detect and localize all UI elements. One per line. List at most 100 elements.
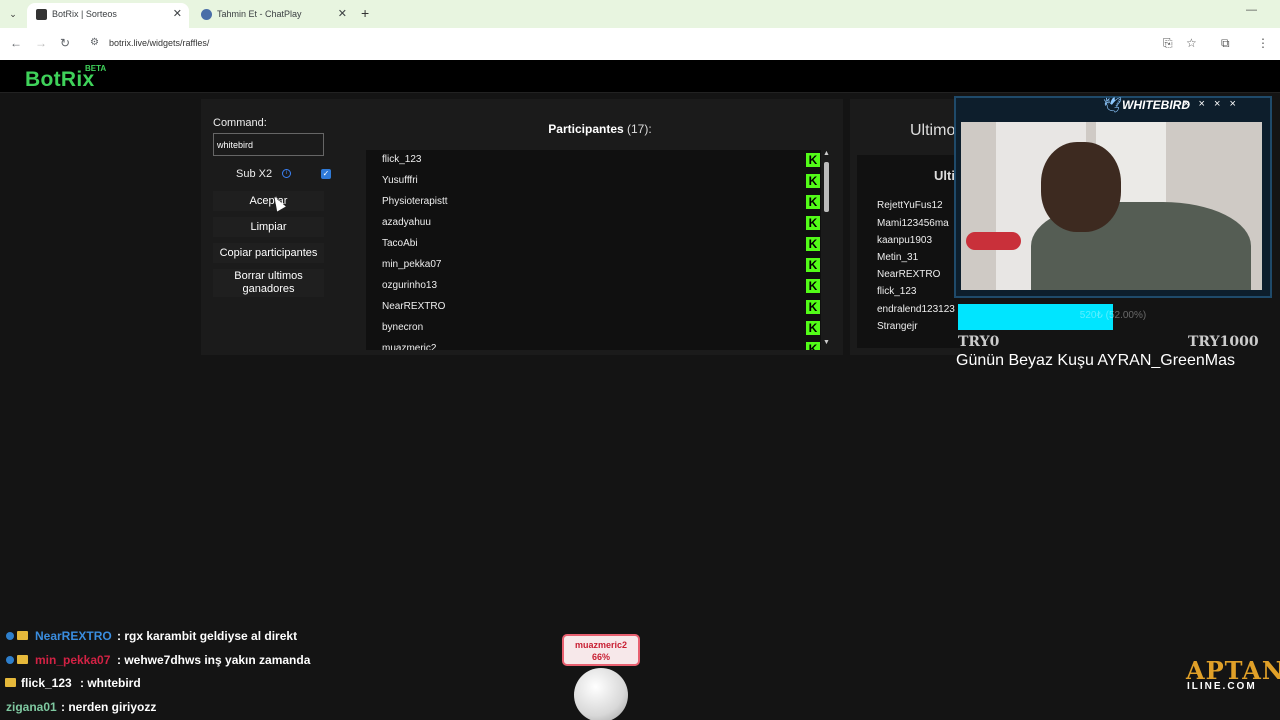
site-info-icon[interactable]: ⚙: [90, 37, 99, 48]
participant-name: NearREXTRO: [382, 301, 446, 312]
participants-list[interactable]: flick_123 K Yusufffri K Physioterapistt K a…: [366, 150, 821, 350]
tab-title: BotRix | Sorteos: [52, 9, 117, 19]
participant-name: ozgurinho13: [382, 280, 438, 291]
participant-name: Yusufffri: [382, 175, 418, 186]
kick-icon: K: [806, 153, 820, 167]
botrix-favicon-icon: [36, 9, 47, 20]
chat-username: zigana01: [6, 700, 57, 714]
kick-icon: K: [806, 216, 820, 230]
participant-name: TacoAbi: [382, 238, 418, 249]
participants-label: Participantes: [548, 122, 624, 136]
kick-icon: K: [806, 300, 820, 314]
chat-text: : whıtebird: [80, 676, 141, 690]
chat-username: NearREXTRO: [35, 629, 112, 643]
list-item[interactable]: Yusufffri K: [382, 171, 820, 191]
extensions-icon[interactable]: ⧉: [1221, 36, 1230, 51]
raffle-winner-percent: 66%: [591, 652, 610, 662]
tab-chatplay[interactable]: Tahmin Et - ChatPlay ✕: [192, 3, 354, 28]
scroll-thumb[interactable]: [824, 162, 829, 212]
streamer-head: [1041, 142, 1121, 232]
ticker-text: Günün Beyaz Kuşu AYRAN_GreenMas: [956, 352, 1235, 369]
participant-name: min_pekka07: [382, 259, 442, 270]
crown-badge-icon: [5, 678, 16, 687]
winner-item: Metin_31: [877, 252, 919, 263]
accept-button[interactable]: Aceptar: [213, 191, 324, 211]
kick-icon: K: [806, 321, 820, 335]
clear-button[interactable]: Limpiar: [213, 217, 324, 237]
minimize-icon[interactable]: —: [1246, 4, 1257, 16]
tab-search-icon[interactable]: ⌄: [5, 6, 21, 22]
goal-max-label: TRY1000: [1188, 334, 1259, 350]
list-item[interactable]: ozgurinho13 K: [382, 276, 820, 296]
participant-name: Physioterapistt: [382, 196, 448, 207]
tab-title: Tahmin Et - ChatPlay: [217, 9, 302, 19]
bird-icon: 🕊: [1103, 97, 1123, 114]
goal-min-label: TRY0: [958, 334, 1000, 350]
kick-icon: K: [806, 195, 820, 209]
list-item[interactable]: muazmeric2 K: [382, 339, 820, 350]
winner-item: Mami123456ma: [877, 218, 949, 229]
goal-progress-text: 520₺ (52.00%): [1079, 310, 1147, 321]
participants-count: (17):: [627, 122, 652, 136]
participant-name: flick_123: [382, 154, 422, 165]
badge-icon: [6, 656, 14, 664]
chat-username: min_pekka07: [35, 653, 111, 667]
list-item[interactable]: NearREXTRO K: [382, 297, 820, 317]
webcam-close-icons: × × × ×: [1183, 98, 1239, 110]
participant-name: bynecron: [382, 322, 424, 333]
screen: ⌄ BotRix | Sorteos ✕ Tahmin Et - ChatPla…: [0, 0, 1280, 720]
list-item[interactable]: azadyahuu K: [382, 213, 820, 233]
participants-scrollbar[interactable]: ▲ ▼: [821, 150, 833, 350]
reload-icon[interactable]: ↻: [60, 36, 70, 50]
winners-header: Ultimo: [910, 122, 956, 139]
command-label: Command:: [213, 117, 267, 129]
info-icon[interactable]: i: [282, 169, 291, 178]
list-item[interactable]: flick_123 K: [382, 150, 820, 170]
kick-icon: K: [806, 279, 820, 293]
close-tab-icon[interactable]: ✕: [338, 3, 347, 25]
list-item[interactable]: min_pekka07 K: [382, 255, 820, 275]
kick-icon: K: [806, 237, 820, 251]
winner-item: flick_123: [877, 286, 917, 297]
badge-icon: [6, 632, 14, 640]
winner-item: NearREXTRO: [877, 269, 941, 280]
forward-icon[interactable]: →: [35, 36, 47, 50]
microphone: [966, 232, 1021, 250]
command-input[interactable]: [213, 133, 324, 156]
chatplay-favicon-icon: [201, 9, 212, 20]
sub-x2-checkbox[interactable]: ✓: [321, 169, 331, 179]
winner-item: kaanpu1903: [877, 235, 933, 246]
donation-goal-bar: 520₺ (52.00%): [958, 304, 1268, 330]
url-field[interactable]: ⚙ botrix.live/widgets/raffles/: [82, 32, 1152, 56]
participants-title: Participantes (17):: [380, 122, 820, 136]
list-item[interactable]: TacoAbi K: [382, 234, 820, 254]
translate-icon[interactable]: ⎘: [1163, 36, 1173, 51]
copy-participants-button[interactable]: Copiar participantes: [213, 243, 324, 263]
raffle-winner-name: muazmeric2: [574, 640, 628, 650]
chat-text: : wehwe7dhws inş yakın zamanda: [117, 653, 311, 667]
winner-item: RejettYuFus12: [877, 200, 943, 211]
url-text: botrix.live/widgets/raffles/: [109, 38, 210, 48]
scroll-up-icon[interactable]: ▲: [823, 150, 830, 157]
close-tab-icon[interactable]: ✕: [173, 3, 182, 25]
crown-badge-icon: [17, 631, 28, 640]
back-icon[interactable]: ←: [10, 36, 22, 50]
chat-overlay: NearREXTRO : rgx karambit geldiyse al di…: [0, 625, 560, 720]
raffle-ball: [574, 668, 628, 720]
chat-text: : rgx karambit geldiyse al direkt: [117, 629, 298, 643]
delete-winners-button[interactable]: Borrar ultimos ganadores: [213, 269, 324, 297]
scroll-down-icon[interactable]: ▼: [823, 339, 830, 346]
kick-icon: K: [806, 258, 820, 272]
menu-icon[interactable]: ⋮: [1257, 36, 1269, 50]
participant-name: muazmeric2: [382, 343, 437, 350]
aptan-logo-sub: ILINE.COM: [1187, 681, 1257, 692]
sub-x2-label: Sub X2: [236, 168, 273, 180]
new-tab-icon[interactable]: +: [361, 5, 369, 21]
kick-icon: K: [806, 342, 820, 350]
list-item[interactable]: Physioterapistt K: [382, 192, 820, 212]
browser-tab-strip: ⌄ BotRix | Sorteos ✕ Tahmin Et - ChatPla…: [0, 0, 1280, 28]
bookmark-star-icon[interactable]: ☆: [1186, 36, 1197, 50]
winners-title: Ulti: [934, 168, 955, 183]
list-item[interactable]: bynecron K: [382, 318, 820, 338]
tab-botrix[interactable]: BotRix | Sorteos ✕: [27, 3, 189, 28]
